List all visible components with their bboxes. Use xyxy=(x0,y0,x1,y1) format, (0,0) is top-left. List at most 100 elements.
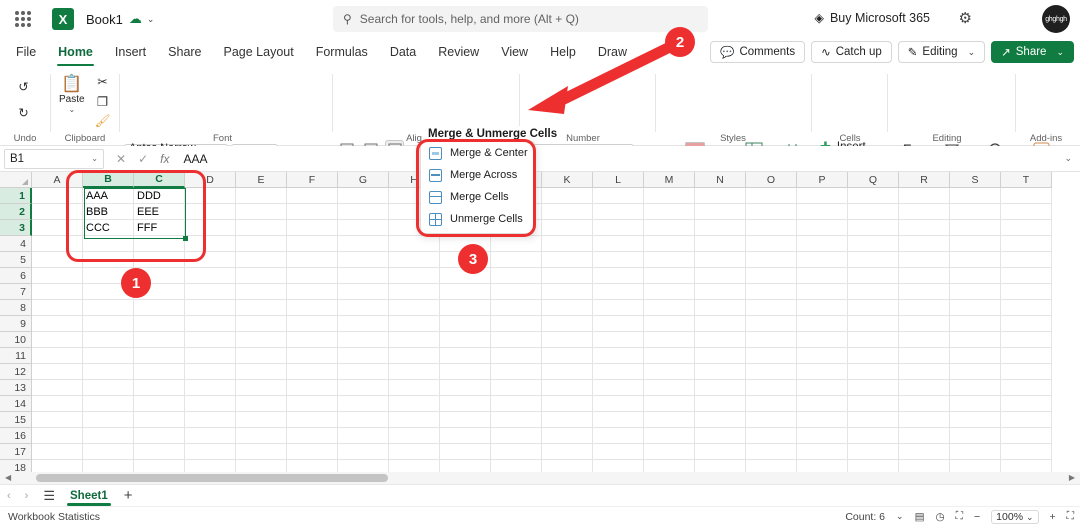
cell-M6[interactable] xyxy=(644,268,695,284)
cut-button[interactable]: ✂ xyxy=(93,72,112,91)
cell-O6[interactable] xyxy=(746,268,797,284)
cell-M2[interactable] xyxy=(644,204,695,220)
cell-D14[interactable] xyxy=(185,396,236,412)
cell-N4[interactable] xyxy=(695,236,746,252)
cell-A13[interactable] xyxy=(32,380,83,396)
cell-R10[interactable] xyxy=(899,332,950,348)
cell-L16[interactable] xyxy=(593,428,644,444)
cell-B1[interactable]: AAA xyxy=(83,188,134,204)
cell-D10[interactable] xyxy=(185,332,236,348)
cell-L9[interactable] xyxy=(593,316,644,332)
cell-H8[interactable] xyxy=(389,300,440,316)
cell-B15[interactable] xyxy=(83,412,134,428)
row-header-16[interactable]: 16 xyxy=(0,428,32,444)
cell-P9[interactable] xyxy=(797,316,848,332)
cell-L11[interactable] xyxy=(593,348,644,364)
cell-O14[interactable] xyxy=(746,396,797,412)
tab-share[interactable]: Share xyxy=(158,42,211,62)
cell-F17[interactable] xyxy=(287,444,338,460)
cell-I15[interactable] xyxy=(440,412,491,428)
row-header-18[interactable]: 18 xyxy=(0,460,32,472)
column-header-A[interactable]: A xyxy=(32,172,83,188)
cell-B2[interactable]: BBB xyxy=(83,204,134,220)
cell-J8[interactable] xyxy=(491,300,542,316)
formula-input[interactable]: AAA xyxy=(183,152,207,166)
cell-E15[interactable] xyxy=(236,412,287,428)
cell-R16[interactable] xyxy=(899,428,950,444)
cell-E12[interactable] xyxy=(236,364,287,380)
cell-P12[interactable] xyxy=(797,364,848,380)
cell-J18[interactable] xyxy=(491,460,542,472)
tab-insert[interactable]: Insert xyxy=(105,42,156,62)
row-header-12[interactable]: 12 xyxy=(0,364,32,380)
cell-I10[interactable] xyxy=(440,332,491,348)
cell-Q13[interactable] xyxy=(848,380,899,396)
cell-E16[interactable] xyxy=(236,428,287,444)
cell-D12[interactable] xyxy=(185,364,236,380)
cell-F1[interactable] xyxy=(287,188,338,204)
row-header-8[interactable]: 8 xyxy=(0,300,32,316)
cell-P2[interactable] xyxy=(797,204,848,220)
comments-button[interactable]: 💬 Comments xyxy=(710,41,805,63)
cell-K5[interactable] xyxy=(542,252,593,268)
cell-S5[interactable] xyxy=(950,252,1001,268)
cell-A16[interactable] xyxy=(32,428,83,444)
row-header-15[interactable]: 15 xyxy=(0,412,32,428)
cell-K11[interactable] xyxy=(542,348,593,364)
full-screen-button[interactable]: ⛶ xyxy=(1067,510,1074,523)
cell-B18[interactable] xyxy=(83,460,134,472)
cell-K17[interactable] xyxy=(542,444,593,460)
zoom-level-control[interactable]: 100% ⌄ xyxy=(991,510,1038,524)
cell-P1[interactable] xyxy=(797,188,848,204)
cell-M4[interactable] xyxy=(644,236,695,252)
cell-I9[interactable] xyxy=(440,316,491,332)
confirm-formula-icon[interactable]: ✓ xyxy=(138,152,148,166)
cell-T16[interactable] xyxy=(1001,428,1052,444)
name-box[interactable]: B1 ⌄ xyxy=(4,149,104,169)
column-header-D[interactable]: D xyxy=(185,172,236,188)
format-painter-button[interactable]: 🖌 xyxy=(93,112,112,131)
cell-H5[interactable] xyxy=(389,252,440,268)
cell-D1[interactable] xyxy=(185,188,236,204)
menu-item-merge-center[interactable]: Merge & Center xyxy=(421,142,534,164)
cell-N8[interactable] xyxy=(695,300,746,316)
cell-P17[interactable] xyxy=(797,444,848,460)
cell-R8[interactable] xyxy=(899,300,950,316)
cell-H10[interactable] xyxy=(389,332,440,348)
cell-Q11[interactable] xyxy=(848,348,899,364)
cell-N18[interactable] xyxy=(695,460,746,472)
cell-T8[interactable] xyxy=(1001,300,1052,316)
buy-microsoft-365-button[interactable]: ◈ Buy Microsoft 365 xyxy=(814,10,930,25)
cell-K12[interactable] xyxy=(542,364,593,380)
cell-B8[interactable] xyxy=(83,300,134,316)
cell-K16[interactable] xyxy=(542,428,593,444)
cell-E7[interactable] xyxy=(236,284,287,300)
cell-I14[interactable] xyxy=(440,396,491,412)
column-header-C[interactable]: C xyxy=(134,172,185,188)
cell-R6[interactable] xyxy=(899,268,950,284)
cell-K9[interactable] xyxy=(542,316,593,332)
cell-R2[interactable] xyxy=(899,204,950,220)
fill-handle[interactable] xyxy=(183,236,188,241)
cell-T3[interactable] xyxy=(1001,220,1052,236)
cell-R9[interactable] xyxy=(899,316,950,332)
zoom-out-button[interactable]: − xyxy=(974,511,980,523)
cell-J12[interactable] xyxy=(491,364,542,380)
cell-F2[interactable] xyxy=(287,204,338,220)
cell-H16[interactable] xyxy=(389,428,440,444)
cell-K1[interactable] xyxy=(542,188,593,204)
cell-R5[interactable] xyxy=(899,252,950,268)
cell-B12[interactable] xyxy=(83,364,134,380)
cell-H17[interactable] xyxy=(389,444,440,460)
cell-M1[interactable] xyxy=(644,188,695,204)
cell-J14[interactable] xyxy=(491,396,542,412)
cell-D18[interactable] xyxy=(185,460,236,472)
cell-K4[interactable] xyxy=(542,236,593,252)
cell-Q15[interactable] xyxy=(848,412,899,428)
expand-formula-bar-icon[interactable]: ⌄ xyxy=(1064,153,1072,164)
cell-R3[interactable] xyxy=(899,220,950,236)
workbook-statistics-button[interactable]: Workbook Statistics xyxy=(8,511,100,523)
cell-G1[interactable] xyxy=(338,188,389,204)
column-header-B[interactable]: B xyxy=(83,172,134,188)
scroll-left-icon[interactable]: ◀ xyxy=(5,473,11,482)
